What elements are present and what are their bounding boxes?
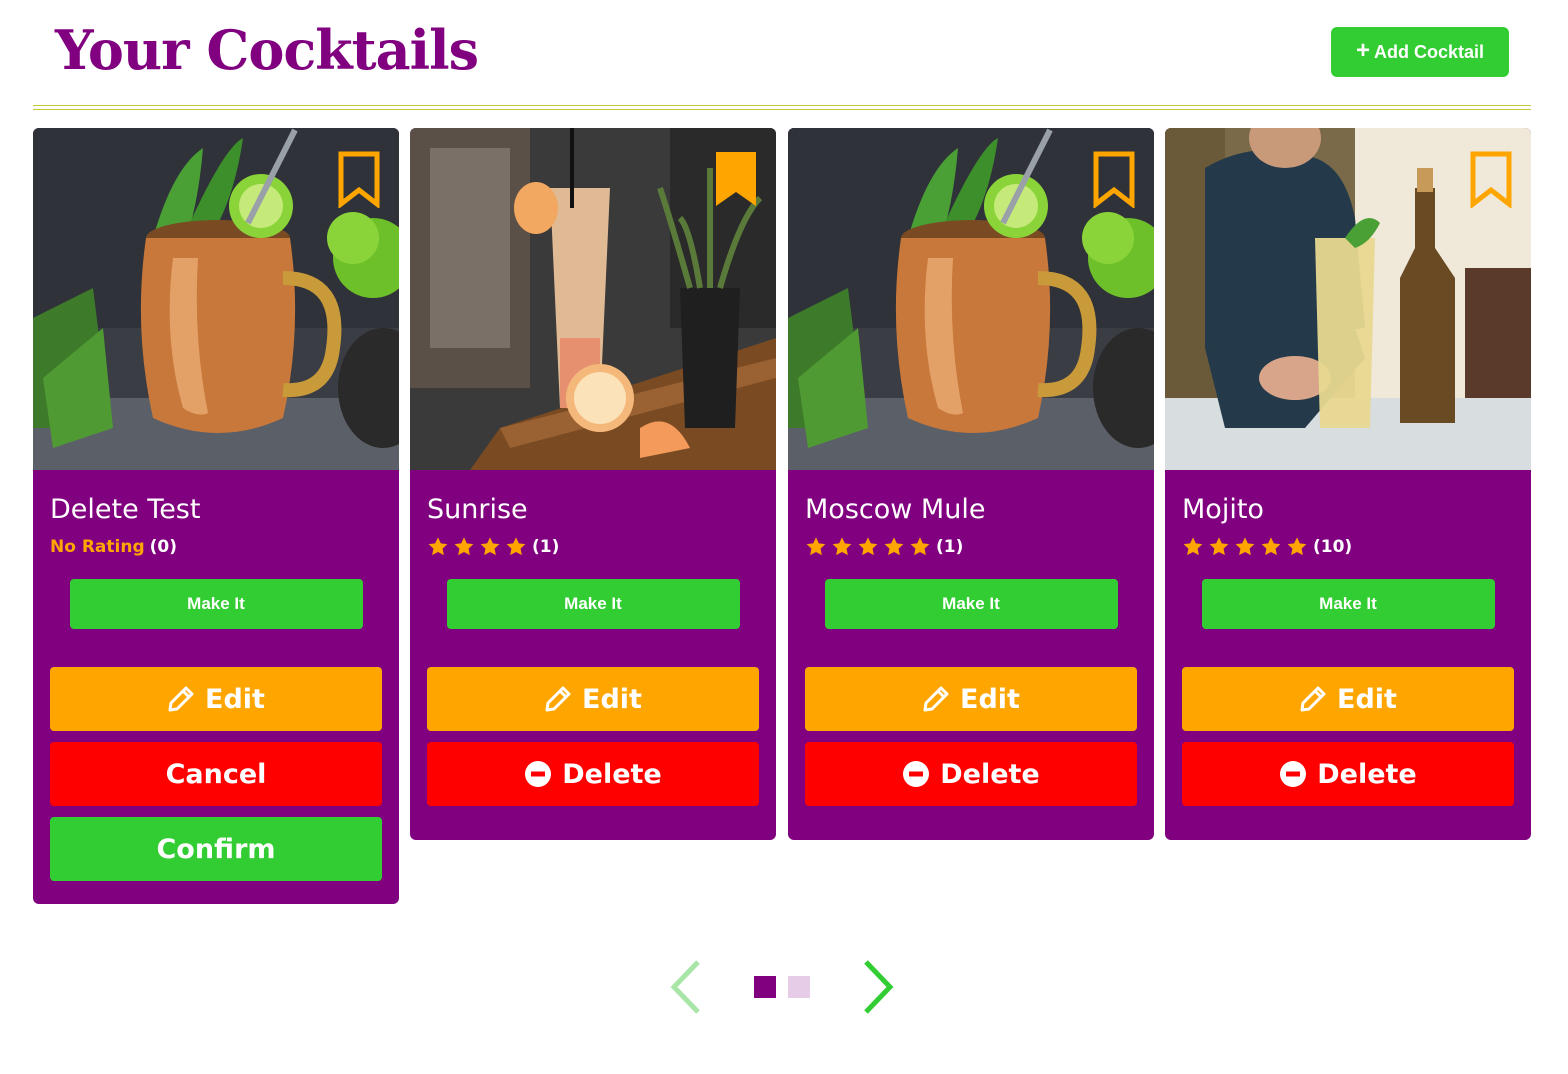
star-rating — [427, 536, 527, 558]
rating-count: (0) — [149, 537, 177, 557]
make-it-button[interactable]: Make It — [69, 579, 363, 629]
make-it-button[interactable]: Make It — [824, 579, 1118, 629]
minus-circle-icon — [902, 760, 930, 788]
cocktail-card: Moscow Mule (1) Make It Edit Delete — [788, 128, 1154, 840]
delete-button[interactable]: Delete — [805, 742, 1137, 806]
pencil-icon — [922, 685, 950, 713]
cocktail-name: Mojito — [1182, 494, 1264, 525]
chevron-left-icon[interactable] — [668, 958, 704, 1016]
bookmark-icon[interactable] — [337, 150, 381, 208]
star-icon — [909, 536, 931, 558]
edit-button[interactable]: Edit — [1182, 667, 1514, 731]
confirm-button[interactable]: Confirm — [50, 817, 382, 881]
star-icon — [453, 536, 475, 558]
pencil-icon — [544, 685, 572, 713]
confirm-label: Confirm — [156, 833, 276, 865]
edit-label: Edit — [1337, 683, 1397, 715]
delete-button[interactable]: Delete — [1182, 742, 1514, 806]
make-it-button[interactable]: Make It — [446, 579, 740, 629]
bookmark-filled-icon[interactable] — [714, 150, 758, 208]
edit-button[interactable]: Edit — [50, 667, 382, 731]
star-rating — [805, 536, 931, 558]
star-icon — [1208, 536, 1230, 558]
star-rating — [1182, 536, 1308, 558]
cocktail-image[interactable] — [788, 128, 1154, 470]
star-icon — [1182, 536, 1204, 558]
add-cocktail-label: Add Cocktail — [1374, 41, 1485, 62]
star-icon — [427, 536, 449, 558]
star-icon — [831, 536, 853, 558]
cocktail-name: Delete Test — [50, 494, 201, 525]
bookmark-icon[interactable] — [1092, 150, 1136, 208]
delete-label: Delete — [1317, 758, 1417, 790]
star-icon — [505, 536, 527, 558]
delete-label: Delete — [940, 758, 1040, 790]
star-icon — [479, 536, 501, 558]
cocktail-name: Sunrise — [427, 494, 528, 525]
cocktail-card: Delete Test No Rating (0) Make It Edit C… — [33, 128, 399, 904]
rating: (10) — [1182, 532, 1514, 562]
rating: (1) — [427, 532, 759, 562]
cocktail-image[interactable] — [33, 128, 399, 470]
page-title: Your Cocktails — [55, 18, 479, 82]
star-icon — [883, 536, 905, 558]
make-it-button[interactable]: Make It — [1201, 579, 1495, 629]
delete-label: Delete — [562, 758, 662, 790]
edit-label: Edit — [582, 683, 642, 715]
edit-button[interactable]: Edit — [805, 667, 1137, 731]
rating: (1) — [805, 532, 1137, 562]
edit-button[interactable]: Edit — [427, 667, 759, 731]
rating-count: (10) — [1313, 537, 1353, 557]
cocktail-image[interactable] — [1165, 128, 1531, 470]
add-cocktail-button[interactable]: + Add Cocktail — [1331, 27, 1509, 77]
rating-count: (1) — [532, 537, 560, 557]
star-icon — [805, 536, 827, 558]
rating: No Rating (0) — [50, 532, 382, 562]
no-rating-label: No Rating — [50, 537, 145, 557]
rating-count: (1) — [936, 537, 964, 557]
cancel-label: Cancel — [165, 758, 267, 790]
header-divider — [33, 105, 1531, 110]
cancel-button[interactable]: Cancel — [50, 742, 382, 806]
cocktail-name: Moscow Mule — [805, 494, 986, 525]
star-icon — [857, 536, 879, 558]
cocktail-card: Sunrise (1) Make It Edit Delete — [410, 128, 776, 840]
minus-circle-icon — [524, 760, 552, 788]
minus-circle-icon — [1279, 760, 1307, 788]
plus-icon: + — [1355, 37, 1370, 64]
page-dot-2[interactable] — [788, 976, 810, 998]
pencil-icon — [167, 685, 195, 713]
cocktail-image[interactable] — [410, 128, 776, 470]
chevron-right-icon[interactable] — [860, 958, 896, 1016]
delete-button[interactable]: Delete — [427, 742, 759, 806]
star-icon — [1260, 536, 1282, 558]
edit-label: Edit — [205, 683, 265, 715]
star-icon — [1234, 536, 1256, 558]
bookmark-icon[interactable] — [1469, 150, 1513, 208]
star-icon — [1286, 536, 1308, 558]
pencil-icon — [1299, 685, 1327, 713]
page-dot-1[interactable] — [754, 976, 776, 998]
edit-label: Edit — [960, 683, 1020, 715]
cocktail-card: Mojito (10) Make It Edit Delete — [1165, 128, 1531, 840]
